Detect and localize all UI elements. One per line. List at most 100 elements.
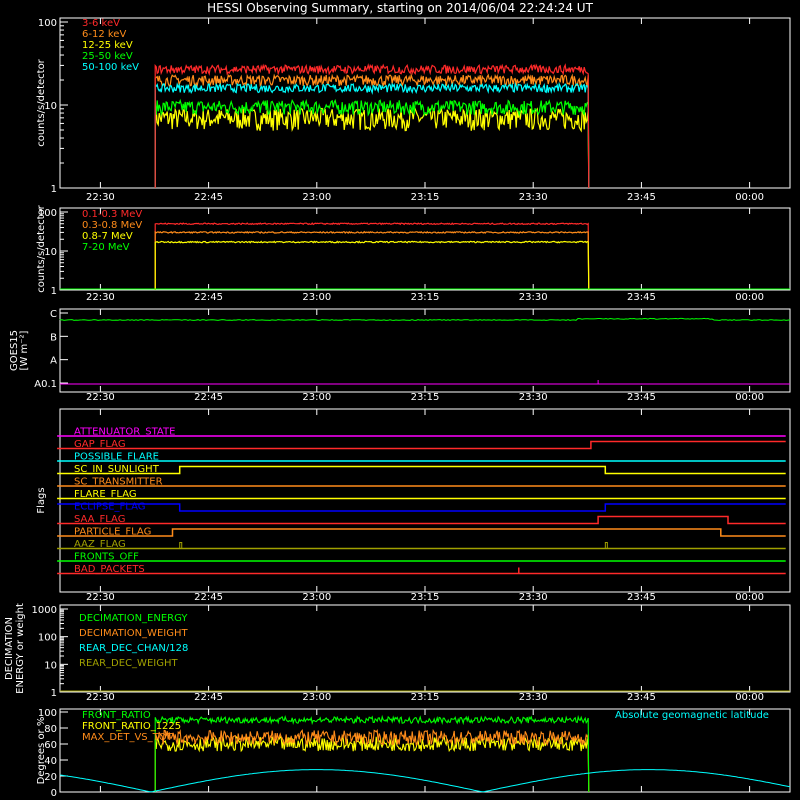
time-tick-label: 22:45 (194, 292, 223, 303)
time-tick-label: 23:15 (411, 392, 440, 403)
flag-line-7 (57, 515, 786, 525)
legend-front-ratio-1225: FRONT_RATIO_1225 (82, 721, 181, 732)
time-tick-label: 23:30 (519, 592, 548, 603)
time-tick-label: 22:30 (86, 292, 115, 303)
legend-0-8-7-mev: 0.8-7 MeV (82, 231, 133, 242)
y-tick-label: 80 (44, 724, 57, 735)
legend-front-ratio: FRONT_RATIO (82, 710, 151, 721)
y-tick-label: 1 (51, 688, 57, 699)
flag-line-1 (57, 440, 786, 450)
y-tick-label: 0 (51, 788, 57, 799)
hessi-summary-figure: HESSI Observing Summary, starting on 201… (4, 1, 791, 799)
time-tick-label: 23:45 (627, 592, 656, 603)
time-tick-label: 23:30 (519, 192, 548, 203)
time-tick-label: 00:00 (735, 692, 764, 703)
series-2 (154, 240, 590, 291)
time-tick-label: 22:30 (86, 692, 115, 703)
y-tick-label: 1 (51, 184, 57, 195)
time-tick-label: 23:15 (411, 192, 440, 203)
time-tick-label: 23:00 (302, 192, 331, 203)
y-tick-label: 100 (38, 633, 57, 644)
y-tick-label: A0.1 (34, 379, 57, 390)
panel-frame (59, 308, 791, 393)
time-tick-label: 23:00 (302, 692, 331, 703)
time-tick-label: 22:45 (194, 592, 223, 603)
panel-4: 22:30 22:45 23:00 23:15 23:30 23:45 00:00 Flags… (36, 408, 791, 603)
ratio-series-2 (154, 728, 590, 793)
panel-2: 22:30 22:45 23:00 23:15 23:30 23:45 00:00count… (36, 204, 791, 303)
series-2 (154, 107, 590, 189)
y-tick-label: 100 (38, 18, 57, 29)
y-tick-label: 100 (38, 708, 57, 719)
legend-absolute-geomagnetic-latitude: Absolute geomagnetic latitude (615, 710, 769, 721)
goes-series (59, 317, 791, 321)
time-tick-label: 22:30 (86, 592, 115, 603)
legend-50-100-kev: 50-100 keV (82, 62, 139, 73)
time-tick-label: 22:30 (86, 392, 115, 403)
y-tick-label: 1000 (32, 605, 57, 616)
legend-rear-dec-weight: REAR_DEC_WEIGHT (79, 658, 178, 669)
time-tick-label: 23:15 (411, 292, 440, 303)
y-tick-label: A (50, 356, 57, 367)
y-tick-label: B (50, 332, 57, 343)
legend-0-3-0-8-mev: 0.3-0.8 MeV (82, 220, 142, 231)
y-tick-label: 20 (44, 772, 57, 783)
y-tick-label: 10 (44, 101, 57, 112)
y-tick-label: 10 (44, 660, 57, 671)
time-tick-label: 23:45 (627, 192, 656, 203)
panel-frame (59, 207, 791, 291)
y-tick-label: 1 (51, 286, 57, 297)
legend-decimation-energy: DECIMATION_ENERGY (79, 613, 188, 624)
time-tick-label: 00:00 (735, 292, 764, 303)
y-axis-label-line1: DECIMATION (4, 617, 15, 680)
panel-6: Degrees or %020406080100 FRONT_RATIOFRONT… (36, 708, 791, 799)
time-tick-label: 22:45 (194, 692, 223, 703)
legend-0-1-0-3-mev: 0.1-0.3 MeV (82, 209, 142, 220)
time-tick-label: 22:30 (86, 192, 115, 203)
time-tick-label: 23:45 (627, 292, 656, 303)
time-tick-label: 22:45 (194, 392, 223, 403)
y-axis-label-line2: ENERGY or weight (15, 603, 26, 694)
y-tick-label: 60 (44, 740, 57, 751)
series-1 (154, 230, 590, 291)
legend-max-det-vs-tot: MAX_DET_VS_TOT (82, 732, 174, 743)
time-tick-label: 23:15 (411, 692, 440, 703)
y-tick-label: 100 (38, 208, 57, 219)
time-tick-label: 23:30 (519, 692, 548, 703)
flag-label-eclipse-flag: ECLIPSE_FLAG (74, 502, 145, 513)
legend-3-6-kev: 3-6 keV (82, 18, 120, 29)
flag-line-6 (57, 503, 786, 512)
series-4 (154, 81, 590, 189)
time-tick-label: 00:00 (735, 192, 764, 203)
legend-7-20-mev: 7-20 MeV (82, 242, 130, 253)
y-tick-label: 40 (44, 756, 57, 767)
panel-5: 22:30 22:45 23:00 23:15 23:30 23:45 00:00 DECIM… (4, 603, 791, 703)
y-tick-label: 10 (44, 247, 57, 258)
flag-line-3 (57, 465, 786, 475)
flag-line-8 (57, 528, 786, 537)
legend-decimation-weight: DECIMATION_WEIGHT (79, 628, 188, 639)
time-tick-label: 23:00 (302, 392, 331, 403)
time-tick-label: 23:15 (411, 592, 440, 603)
y-axis-label: Flags (36, 487, 47, 513)
time-tick-label: 22:45 (194, 192, 223, 203)
time-tick-label: 23:00 (302, 592, 331, 603)
y-axis-unit: [W m⁻²] (19, 330, 30, 370)
legend-25-50-kev: 25-50 keV (82, 51, 133, 62)
time-tick-label: 00:00 (735, 592, 764, 603)
time-tick-label: 23:45 (627, 392, 656, 403)
time-tick-label: 23:45 (627, 692, 656, 703)
figure-title: HESSI Observing Summary, starting on 201… (207, 1, 593, 15)
time-tick-label: 23:30 (519, 392, 548, 403)
time-tick-label: 23:30 (519, 292, 548, 303)
y-tick-label: C (50, 309, 57, 320)
aaz-blip (179, 542, 183, 549)
ratio-series-0 (154, 714, 590, 793)
panel-3: 22:30 22:45 23:00 23:15 23:30 23:45 00:00GOES1… (9, 308, 791, 403)
legend-6-12-kev: 6-12 keV (82, 29, 126, 40)
aaz-blip (604, 542, 608, 549)
legend-rear-dec-chan-128: REAR_DEC_CHAN/128 (79, 643, 188, 654)
panels-group: 22:30 22:45 23:00 23:15 23:30 23:45 00:00count… (4, 17, 791, 799)
panel-1: 22:30 22:45 23:00 23:15 23:30 23:45 00:00count… (36, 17, 791, 203)
legend-12-25-kev: 12-25 keV (82, 40, 133, 51)
